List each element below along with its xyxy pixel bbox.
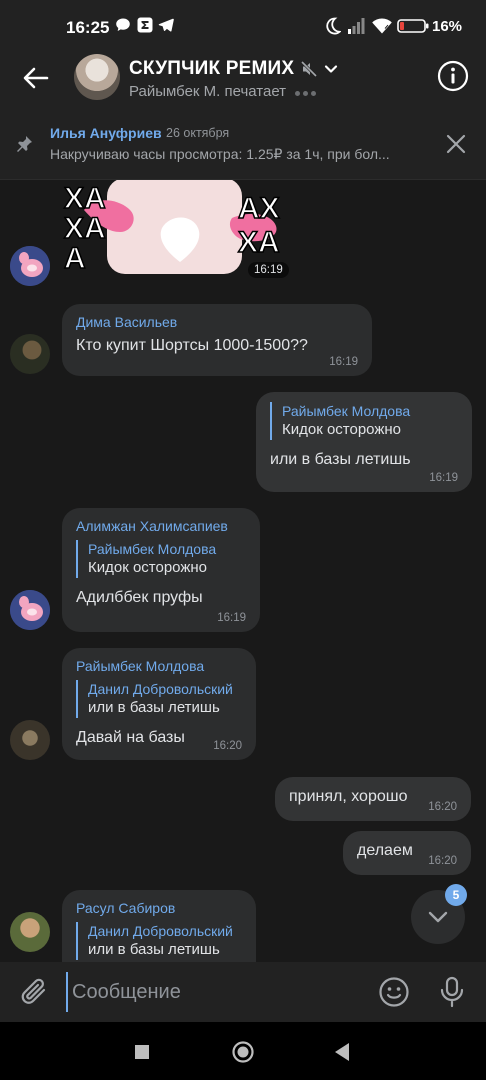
pink-panther-avatar-icon — [10, 590, 50, 630]
reply-author: Данил Добровольский — [88, 923, 233, 939]
battery-icon — [397, 19, 429, 38]
home-button[interactable] — [231, 1040, 255, 1069]
voice-message-button[interactable] — [438, 976, 466, 1013]
pinned-author: Илья Ануфриев — [50, 125, 162, 141]
chat-bubble-icon — [115, 17, 131, 38]
message-time: 16:20 — [428, 855, 457, 867]
message-author[interactable]: Расул Сабиров — [76, 900, 242, 916]
chevron-down-icon — [428, 911, 448, 923]
message-author[interactable]: Дима Васильев — [76, 314, 358, 330]
message-time: 16:19 — [329, 356, 358, 368]
pinned-date: 26 октября — [166, 126, 230, 140]
message-text: Кто купит Шортсы 1000-1500?? — [76, 337, 308, 354]
outgoing-message-bubble[interactable]: Райымбек Молдова Кидок осторожно или в б… — [256, 392, 472, 492]
message-time: 16:20 — [428, 801, 457, 813]
chat-title-row[interactable]: СКУПЧИК РЕМИХ — [129, 58, 338, 80]
chat-header: СКУПЧИК РЕМИХ Райымбек М. печатает — [0, 54, 486, 110]
recents-button[interactable] — [134, 1044, 150, 1065]
typing-dots — [292, 83, 317, 100]
message-input[interactable] — [66, 972, 366, 1012]
close-pinned-button[interactable] — [444, 132, 468, 156]
reply-text: или в базы летишь — [88, 699, 220, 716]
sticker-time: 16:19 — [248, 262, 289, 278]
avatar[interactable] — [10, 720, 50, 760]
attach-button[interactable] — [20, 976, 50, 1013]
svg-text:X: X — [64, 182, 84, 215]
svg-text:A: A — [64, 242, 86, 275]
arrow-left-icon — [23, 67, 49, 89]
message-author[interactable]: Алимжан Халимсапиев — [76, 518, 246, 534]
message-list[interactable]: XA XA A AX XA 16:19 Дима Васильев Кто ку… — [0, 180, 486, 962]
reply-quote[interactable]: Данил Добровольский или в базы летишь — [76, 922, 242, 960]
message-text: Адилббек пруфы — [76, 589, 203, 606]
outgoing-message-bubble[interactable]: принял, хорошо 16:20 — [275, 777, 471, 821]
unread-count-badge: 5 — [445, 884, 467, 906]
svg-text:AX: AX — [238, 192, 280, 225]
back-button[interactable] — [18, 60, 54, 96]
typing-status: Райымбек М. печатает — [129, 83, 317, 100]
square-icon — [135, 1045, 149, 1059]
signal-icon — [347, 17, 365, 40]
message-author[interactable]: Райымбек Молдова — [76, 658, 242, 674]
message-text: или в базы летишь — [270, 451, 411, 468]
reply-quote[interactable]: Райымбек Молдова Кидок осторожно — [270, 402, 458, 440]
status-time: 16:25 — [66, 18, 110, 37]
smile-icon — [379, 977, 409, 1007]
reply-author: Райымбек Молдова — [282, 403, 411, 419]
reply-text: или в базы летишь — [88, 941, 220, 958]
message-bubble[interactable]: Райымбек Молдова Данил Добровольский или… — [62, 648, 256, 760]
reply-author: Данил Добровольский — [88, 681, 233, 697]
close-icon — [446, 134, 466, 154]
avatar[interactable] — [10, 912, 50, 952]
typing-text: Райымбек М. печатает — [129, 83, 287, 100]
avatar[interactable] — [10, 590, 50, 630]
message-time: 16:20 — [213, 740, 242, 752]
emoji-button[interactable] — [378, 976, 410, 1013]
avatar[interactable] — [10, 246, 50, 286]
sigma-app-icon — [137, 17, 153, 38]
battery-percent: 16% — [432, 18, 463, 35]
svg-text:A: A — [84, 212, 106, 245]
chat-title: СКУПЧИК РЕМИХ — [129, 58, 295, 79]
message-composer — [0, 962, 486, 1022]
info-button[interactable] — [437, 60, 471, 94]
message-time: 16:19 — [429, 472, 458, 484]
triangle-left-icon — [335, 1043, 349, 1061]
reply-text: Кидок осторожно — [282, 421, 402, 438]
muted-icon — [301, 60, 318, 78]
svg-text:A: A — [84, 182, 106, 215]
message-time: 16:19 — [217, 612, 246, 624]
svg-text:X: X — [64, 212, 84, 245]
pinned-text: Накручиваю часы просмотра: 1.25₽ за 1ч, … — [50, 146, 390, 162]
reply-quote[interactable]: Данил Добровольский или в базы летишь — [76, 680, 242, 718]
wifi-icon — [371, 17, 393, 40]
reply-author: Райымбек Молдова — [88, 541, 217, 557]
info-icon — [437, 60, 469, 92]
back-nav-button[interactable] — [334, 1042, 350, 1067]
chat-avatar[interactable] — [74, 54, 120, 100]
message-bubble[interactable]: Расул Сабиров Данил Добровольский или в … — [62, 890, 256, 962]
pink-panther-avatar-icon — [10, 246, 50, 286]
moon-icon — [325, 17, 342, 40]
circle-icon — [232, 1041, 254, 1063]
message-bubble[interactable]: Алимжан Халимсапиев Райымбек Молдова Кид… — [62, 508, 260, 632]
svg-text:XA: XA — [238, 226, 280, 259]
pin-icon — [14, 134, 34, 159]
outgoing-message-bubble[interactable]: делаем 16:20 — [343, 831, 471, 875]
paperclip-icon — [21, 978, 46, 1004]
pinned-message[interactable]: Илья Ануфриев 26 октября Накручиваю часы… — [0, 110, 486, 180]
chevron-down-icon — [325, 65, 338, 73]
telegram-icon — [158, 17, 174, 38]
system-navigation-bar — [0, 1022, 486, 1080]
status-bar: 16:25 16% — [0, 0, 486, 54]
avatar[interactable] — [10, 334, 50, 374]
reply-text: Кидок осторожно — [88, 559, 208, 576]
message-bubble[interactable]: Дима Васильев Кто купит Шортсы 1000-1500… — [62, 304, 372, 376]
reply-quote[interactable]: Райымбек Молдова Кидок осторожно — [76, 540, 246, 578]
microphone-icon — [440, 976, 464, 1008]
